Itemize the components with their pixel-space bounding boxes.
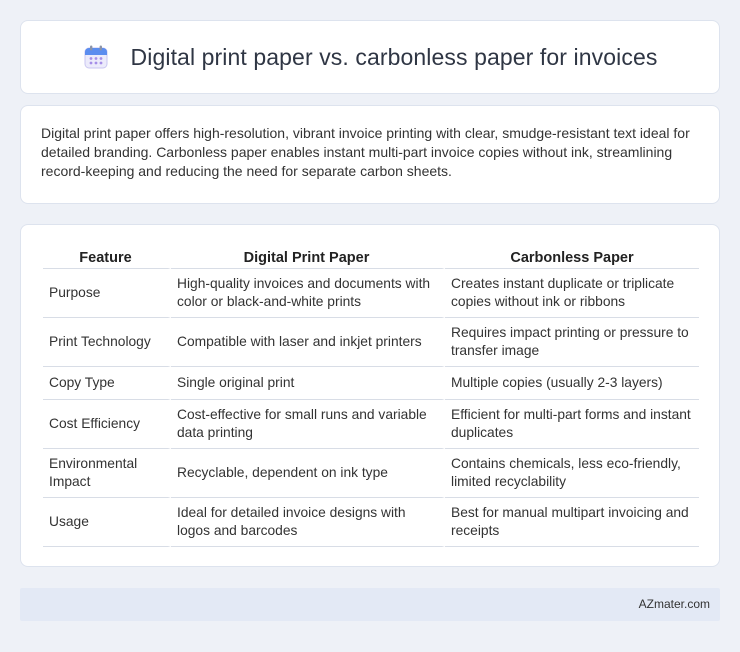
- calendar-icon: [83, 44, 109, 70]
- digital-cell: Compatible with laser and inkjet printer…: [171, 318, 445, 367]
- carbonless-cell: Creates instant duplicate or triplicate …: [445, 269, 699, 318]
- feature-cell: Cost Efficiency: [43, 400, 171, 449]
- feature-cell: Print Technology: [43, 318, 171, 367]
- footer-brand: AZmater.com: [638, 597, 710, 611]
- carbonless-cell: Efficient for multi-part forms and insta…: [445, 400, 699, 449]
- carbonless-cell: Requires impact printing or pressure to …: [445, 318, 699, 367]
- carbonless-cell: Best for manual multipart invoicing and …: [445, 498, 699, 547]
- comparison-table: Feature Digital Print Paper Carbonless P…: [43, 245, 699, 547]
- table-row: Print Technology Compatible with laser a…: [43, 318, 699, 367]
- intro-card: Digital print paper offers high-resoluti…: [20, 105, 720, 204]
- comparison-card: Feature Digital Print Paper Carbonless P…: [20, 224, 720, 567]
- title-card: Digital print paper vs. carbonless paper…: [20, 20, 720, 94]
- table-row: Usage Ideal for detailed invoice designs…: [43, 498, 699, 547]
- header-feature: Feature: [43, 245, 171, 269]
- table-row: Cost Efficiency Cost-effective for small…: [43, 400, 699, 449]
- feature-cell: Purpose: [43, 269, 171, 318]
- carbonless-cell: Multiple copies (usually 2-3 layers): [445, 367, 699, 400]
- table-row: Environmental Impact Recyclable, depende…: [43, 449, 699, 498]
- feature-cell: Usage: [43, 498, 171, 547]
- table-row: Copy Type Single original print Multiple…: [43, 367, 699, 400]
- digital-cell: Recyclable, dependent on ink type: [171, 449, 445, 498]
- intro-text: Digital print paper offers high-resoluti…: [41, 125, 690, 179]
- digital-cell: Single original print: [171, 367, 445, 400]
- digital-cell: High-quality invoices and documents with…: [171, 269, 445, 318]
- carbonless-cell: Contains chemicals, less eco-friendly, l…: [445, 449, 699, 498]
- title-wrap: Digital print paper vs. carbonless paper…: [83, 44, 658, 71]
- header-digital-print-paper: Digital Print Paper: [171, 245, 445, 269]
- header-carbonless-paper: Carbonless Paper: [445, 245, 699, 269]
- footer-bar: AZmater.com: [20, 588, 720, 621]
- table-row: Purpose High-quality invoices and docume…: [43, 269, 699, 318]
- feature-cell: Copy Type: [43, 367, 171, 400]
- page-title: Digital print paper vs. carbonless paper…: [130, 43, 658, 70]
- feature-cell: Environmental Impact: [43, 449, 171, 498]
- digital-cell: Cost-effective for small runs and variab…: [171, 400, 445, 449]
- table-header-row: Feature Digital Print Paper Carbonless P…: [43, 245, 699, 269]
- digital-cell: Ideal for detailed invoice designs with …: [171, 498, 445, 547]
